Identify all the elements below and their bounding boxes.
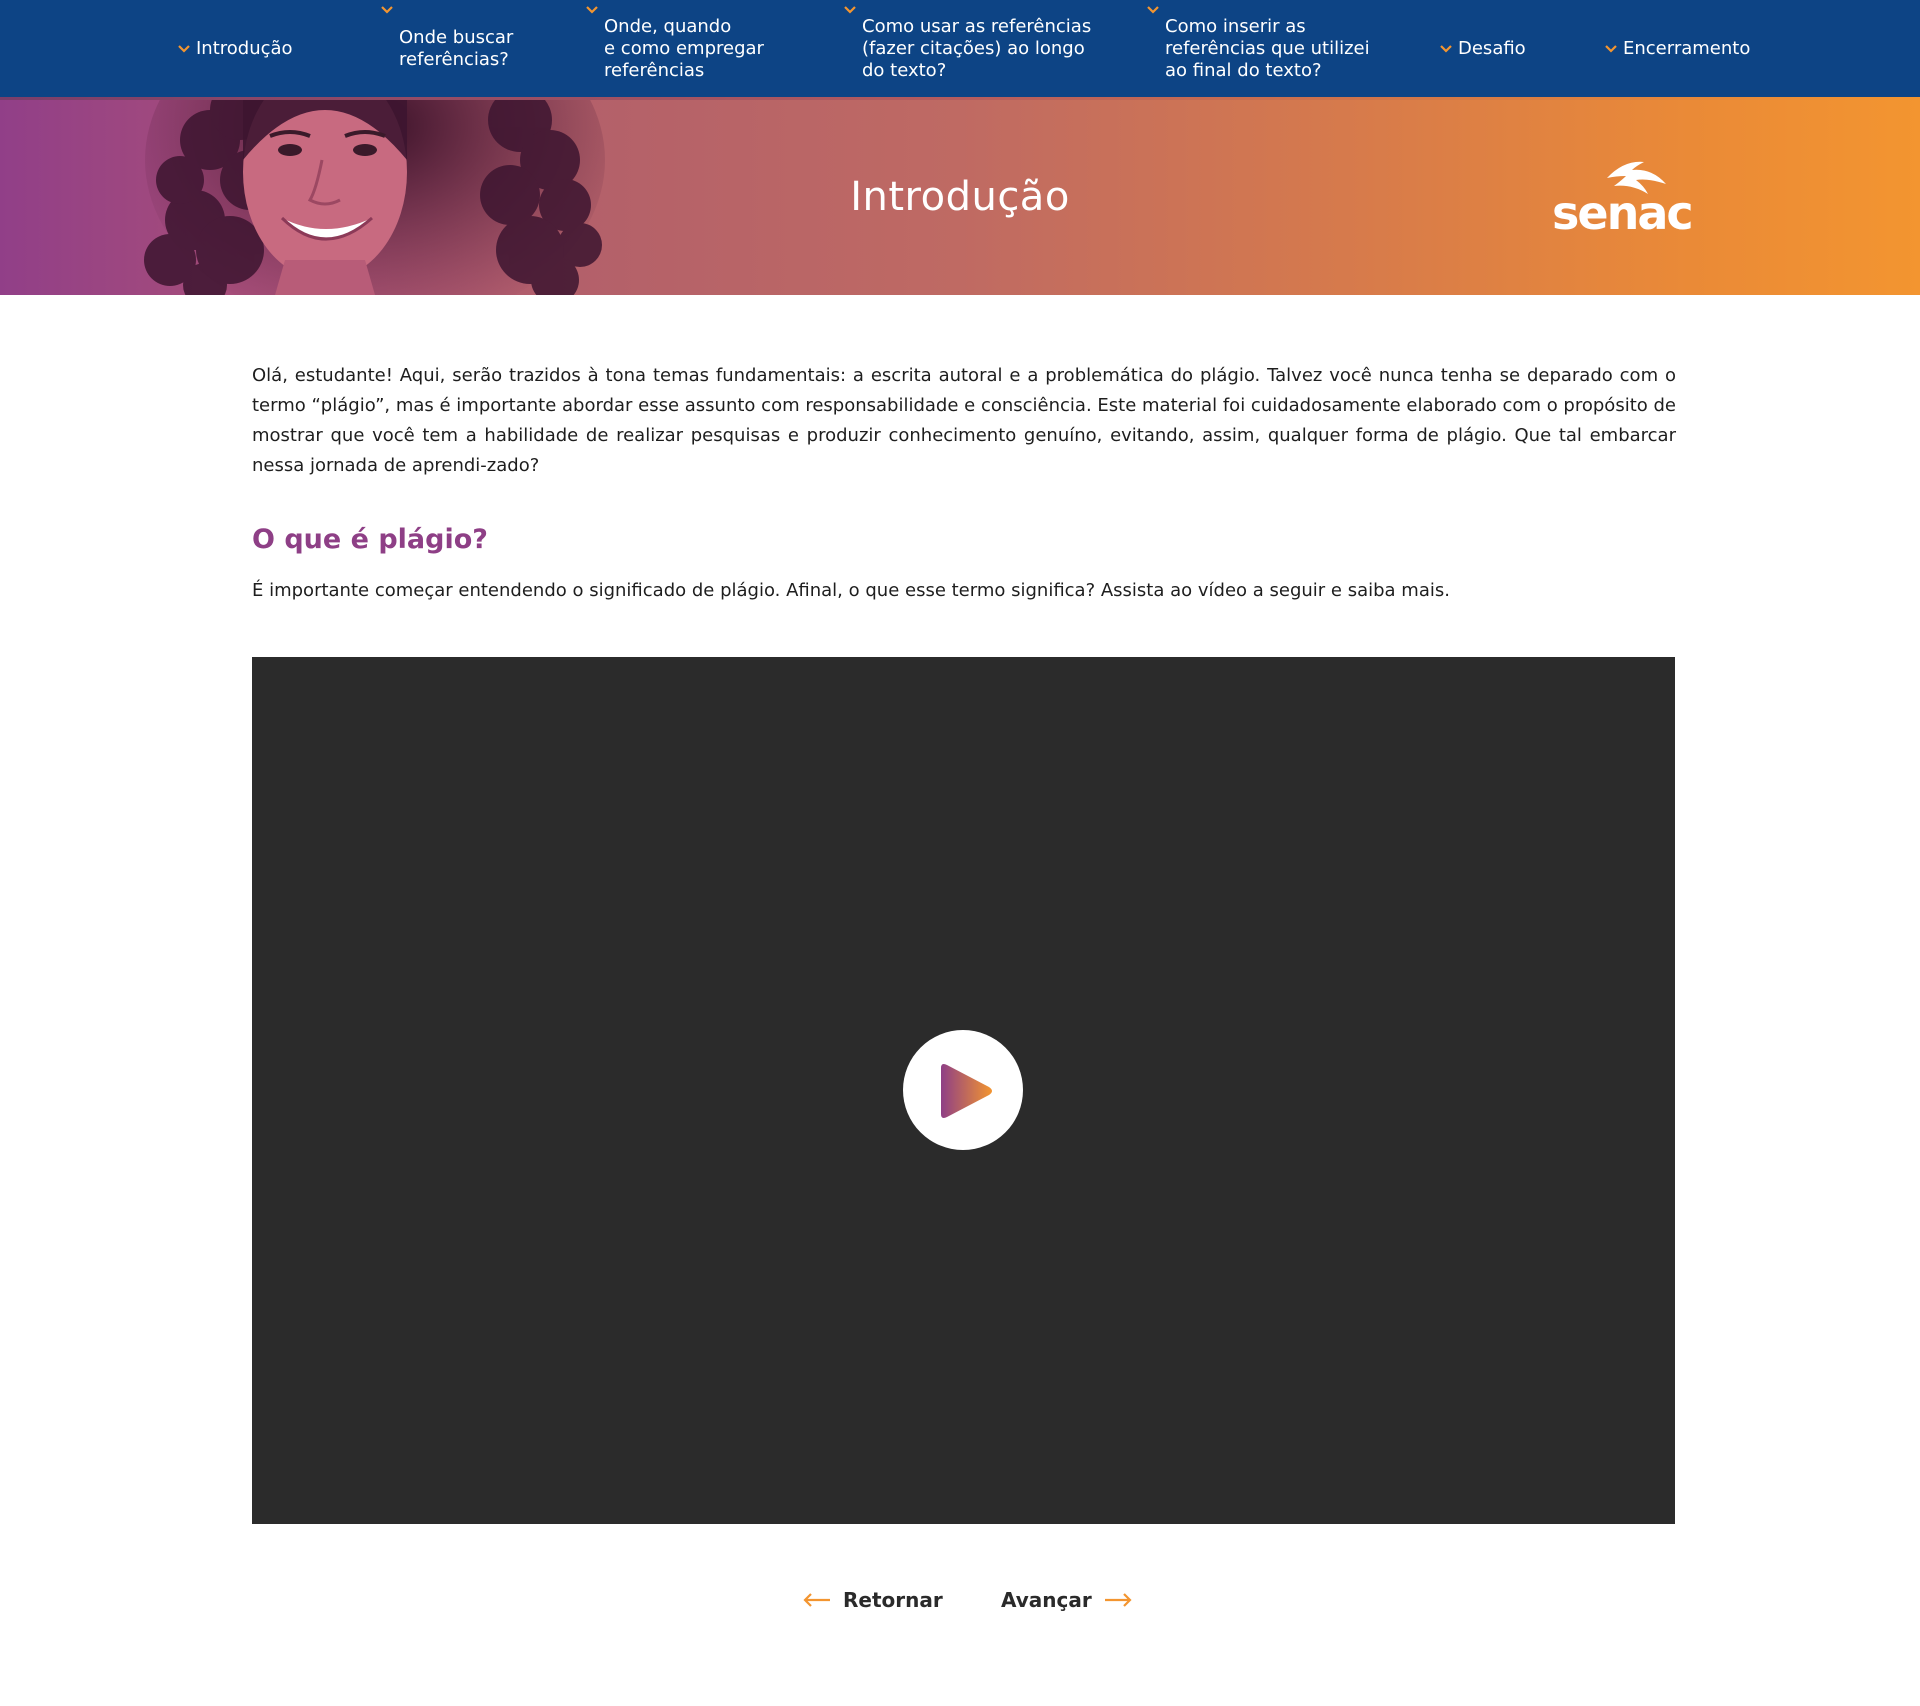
back-button[interactable]: Retornar <box>803 1584 943 1616</box>
nav-item-label: Encerramento <box>1623 37 1751 59</box>
chevron-down-icon <box>1440 44 1452 53</box>
nav-item-desafio[interactable]: Desafio <box>1439 0 1526 97</box>
arrow-left-icon <box>803 1593 830 1607</box>
nav-item-label: Onde buscar referências? <box>399 26 514 70</box>
nav-item-label: Onde, quando e como empregar referências <box>604 15 764 81</box>
nav-item-label: Como inserir as referências que utilizei… <box>1165 15 1370 81</box>
page-banner: Introdução senac <box>0 100 1920 295</box>
play-icon <box>941 1064 992 1118</box>
nav-item-onde-quando[interactable]: Onde, quando e como empregar referências <box>585 0 764 97</box>
nav-item-label: Desafio <box>1458 37 1526 59</box>
nav-item-encerramento[interactable]: Encerramento <box>1604 0 1750 97</box>
next-button[interactable]: Avançar <box>1001 1584 1132 1616</box>
chevron-down-icon <box>1147 6 1159 14</box>
nav-item-como-usar[interactable]: Como usar as referências (fazer citações… <box>843 0 1091 97</box>
nav-item-introducao[interactable]: Introdução <box>177 0 293 97</box>
top-navigation: Introdução Onde buscar referências? Onde… <box>0 0 1920 97</box>
chevron-down-icon <box>586 6 598 14</box>
nav-item-label: Introdução <box>196 37 293 59</box>
nav-item-onde-buscar[interactable]: Onde buscar referências? <box>380 0 513 97</box>
next-button-label: Avançar <box>1001 1588 1092 1612</box>
nav-item-label: Como usar as referências (fazer citações… <box>862 15 1092 81</box>
video-player[interactable] <box>252 657 1675 1524</box>
senac-logo: senac <box>1552 156 1694 240</box>
intro-paragraph: Olá, estudante! Aqui, serão trazidos à t… <box>252 365 1676 476</box>
play-button[interactable] <box>903 1030 1023 1150</box>
section-paragraph: É importante começar entendendo o signif… <box>252 580 1450 601</box>
back-button-label: Retornar <box>843 1588 943 1612</box>
chevron-down-icon <box>178 44 190 53</box>
section-title: O que é plágio? <box>252 524 488 555</box>
nav-item-como-inserir[interactable]: Como inserir as referências que utilizei… <box>1146 0 1370 97</box>
arrow-right-icon <box>1104 1593 1132 1607</box>
chevron-down-icon <box>1605 44 1617 53</box>
chevron-down-icon <box>844 6 856 14</box>
chevron-down-icon <box>381 6 393 14</box>
logo-wordmark: senac <box>1552 186 1694 240</box>
